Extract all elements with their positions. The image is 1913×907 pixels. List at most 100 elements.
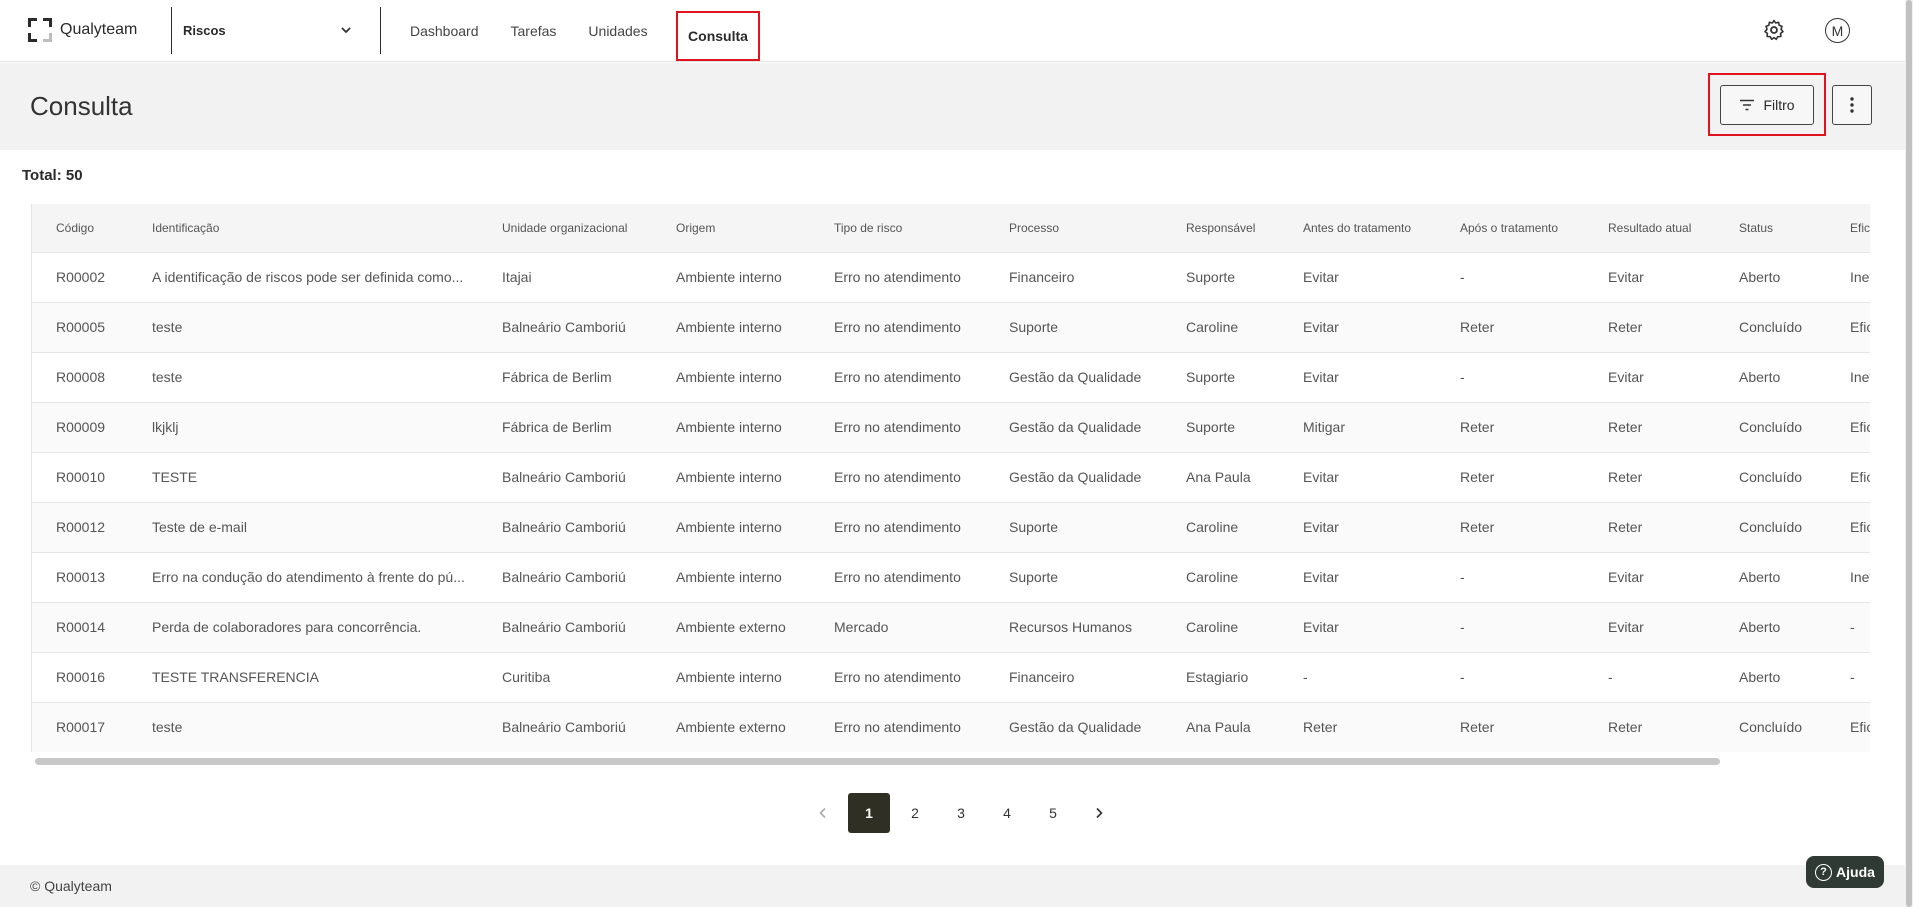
table-cell-resultado: Reter <box>1608 469 1643 485</box>
column-header-identificacao[interactable]: Identificação <box>128 204 478 252</box>
table-cell-antes: Evitar <box>1303 519 1339 535</box>
table-cell-identificacao: Erro na condução do atendimento à frente… <box>152 569 465 585</box>
column-header-resultado[interactable]: Resultado atual <box>1584 204 1715 252</box>
next-page-button[interactable] <box>1076 793 1122 833</box>
chevron-down-icon <box>341 27 351 34</box>
nav-dashboard[interactable]: Dashboard <box>410 23 479 39</box>
table-cell-identificacao: lkjklj <box>152 419 179 435</box>
table-cell-antes: Evitar <box>1303 569 1339 585</box>
nav-tarefas[interactable]: Tarefas <box>511 23 557 39</box>
page-button-4[interactable]: 4 <box>984 793 1030 833</box>
brand-logo[interactable]: Qualyteam <box>28 16 137 44</box>
table-header-row: Código Identificação Unidade organizaciona… <box>32 204 1870 252</box>
table-cell-status: Concluído <box>1739 419 1803 435</box>
nav-unidades[interactable]: Unidades <box>588 23 647 39</box>
window-scrollbar-thumb[interactable] <box>1906 0 1912 907</box>
table-cell-antes: Evitar <box>1303 619 1339 635</box>
table-cell-tipo-risco: Erro no atendimento <box>834 669 961 685</box>
column-header-tipo-risco[interactable]: Tipo de risco <box>810 204 985 252</box>
table-cell-status: Aberto <box>1739 669 1781 685</box>
page-button-1[interactable]: 1 <box>848 793 890 833</box>
table-cell-unidade: Curitiba <box>502 669 551 685</box>
table-cell-tipo-risco: Erro no atendimento <box>834 569 961 585</box>
column-header-antes[interactable]: Antes do tratamento <box>1279 204 1436 252</box>
table-row[interactable]: R00017 teste Balneário Camboriú Ambiente ex… <box>32 702 1870 752</box>
table-cell-tipo-risco: Mercado <box>834 619 889 635</box>
table-cell-resultado: Reter <box>1608 519 1643 535</box>
column-header-responsavel[interactable]: Responsável <box>1162 204 1279 252</box>
table-cell-apos: Reter <box>1460 469 1495 485</box>
table-cell-origem: Ambiente interno <box>676 419 782 435</box>
page-button-2[interactable]: 2 <box>892 793 938 833</box>
total-count: Total: 50 <box>22 167 83 184</box>
table-cell-origem: Ambiente interno <box>676 269 782 285</box>
table-cell-resultado: Evitar <box>1608 369 1644 385</box>
table-row[interactable]: R00002 A identificação de riscos pode ser… <box>32 252 1870 302</box>
table-row[interactable]: R00005 teste Balneário Camboriú Ambiente in… <box>32 302 1870 352</box>
table-cell-eficacia: Ineficaz <box>1850 369 1870 385</box>
table-cell-status: Aberto <box>1739 619 1781 635</box>
table-row[interactable]: R00009 lkjklj Fábrica de Berlim Ambiente in… <box>32 402 1870 452</box>
table-cell-apos: Reter <box>1460 719 1495 736</box>
column-header-eficacia[interactable]: Eficácia <box>1826 204 1870 252</box>
table-cell-responsavel: Caroline <box>1186 569 1239 585</box>
more-vert-icon <box>1850 97 1854 113</box>
table-cell-status: Concluído <box>1739 469 1803 485</box>
table-cell-antes: Evitar <box>1303 469 1339 485</box>
table-cell-eficacia: Eficaz <box>1850 519 1870 535</box>
column-header-unidade[interactable]: Unidade organizacional <box>478 204 652 252</box>
table-cell-resultado: Evitar <box>1608 619 1644 635</box>
table-cell-unidade: Balneário Camboriú <box>502 319 626 335</box>
table-cell-origem: Ambiente interno <box>676 669 782 685</box>
user-avatar[interactable]: M <box>1825 18 1850 43</box>
table-cell-apos: Reter <box>1460 419 1495 435</box>
horizontal-scrollbar[interactable] <box>35 758 1720 765</box>
table-cell-resultado: Reter <box>1608 719 1643 736</box>
table-cell-responsavel: Suporte <box>1186 269 1236 285</box>
gear-icon[interactable] <box>1762 18 1786 42</box>
table-cell-codigo: R00009 <box>56 419 106 435</box>
column-header-apos[interactable]: Após o tratamento <box>1436 204 1584 252</box>
table-cell-unidade: Balneário Camboriú <box>502 519 626 535</box>
column-header-origem[interactable]: Origem <box>652 204 810 252</box>
table-cell-resultado: Evitar <box>1608 569 1644 585</box>
table-cell-codigo: R00013 <box>56 569 106 585</box>
table-row[interactable]: R00008 teste Fábrica de Berlim Ambiente int… <box>32 352 1870 402</box>
module-select[interactable]: Riscos <box>183 16 353 44</box>
pagination: 1 2 3 4 5 <box>800 793 1122 833</box>
table-row[interactable]: R00016 TESTE TRANSFERENCIA Curitiba Ambient… <box>32 652 1870 702</box>
table-cell-unidade: Itajai <box>502 269 532 285</box>
table-cell-status: Concluído <box>1739 719 1803 736</box>
chevron-left-icon <box>819 807 826 819</box>
table-row[interactable]: R00012 Teste de e-mail Balneário Camboriú A… <box>32 502 1870 552</box>
table-cell-apos: Reter <box>1460 319 1495 335</box>
table-row[interactable]: R00013 Erro na condução do atendimento à … <box>32 552 1870 602</box>
table-cell-status: Concluído <box>1739 519 1803 535</box>
table-cell-origem: Ambiente interno <box>676 519 782 535</box>
nav-consulta-active[interactable]: Consulta <box>676 11 760 61</box>
column-header-codigo[interactable]: Código <box>32 204 128 252</box>
table-cell-codigo: R00017 <box>56 719 106 736</box>
table-cell-status: Aberto <box>1739 369 1781 385</box>
more-options-button[interactable] <box>1832 85 1872 125</box>
table-cell-processo: Gestão da Qualidade <box>1009 369 1142 385</box>
table-cell-responsavel: Estagiario <box>1186 669 1249 685</box>
table-row[interactable]: R00010 TESTE Balneário Camboriú Ambiente in… <box>32 452 1870 502</box>
page-button-3[interactable]: 3 <box>938 793 984 833</box>
column-header-status[interactable]: Status <box>1715 204 1826 252</box>
table-cell-origem: Ambiente interno <box>676 569 782 585</box>
filter-button-label: Filtro <box>1763 97 1795 113</box>
table-cell-eficacia: Ineficaz <box>1850 269 1870 285</box>
table-cell-eficacia: - <box>1850 619 1855 635</box>
table-cell-eficacia: Eficaz <box>1850 719 1870 736</box>
prev-page-button[interactable] <box>800 793 846 833</box>
page-button-5[interactable]: 5 <box>1030 793 1076 833</box>
table-row[interactable]: R00014 Perda de colaboradores para concor… <box>32 602 1870 652</box>
page-header: Consulta Filtro <box>0 63 1905 150</box>
chevron-right-icon <box>1096 807 1103 819</box>
filter-button[interactable]: Filtro <box>1720 85 1814 125</box>
copyright: © Qualyteam <box>30 878 112 894</box>
table-cell-antes: Evitar <box>1303 269 1339 285</box>
column-header-processo[interactable]: Processo <box>985 204 1162 252</box>
help-button[interactable]: ? Ajuda <box>1806 856 1884 888</box>
